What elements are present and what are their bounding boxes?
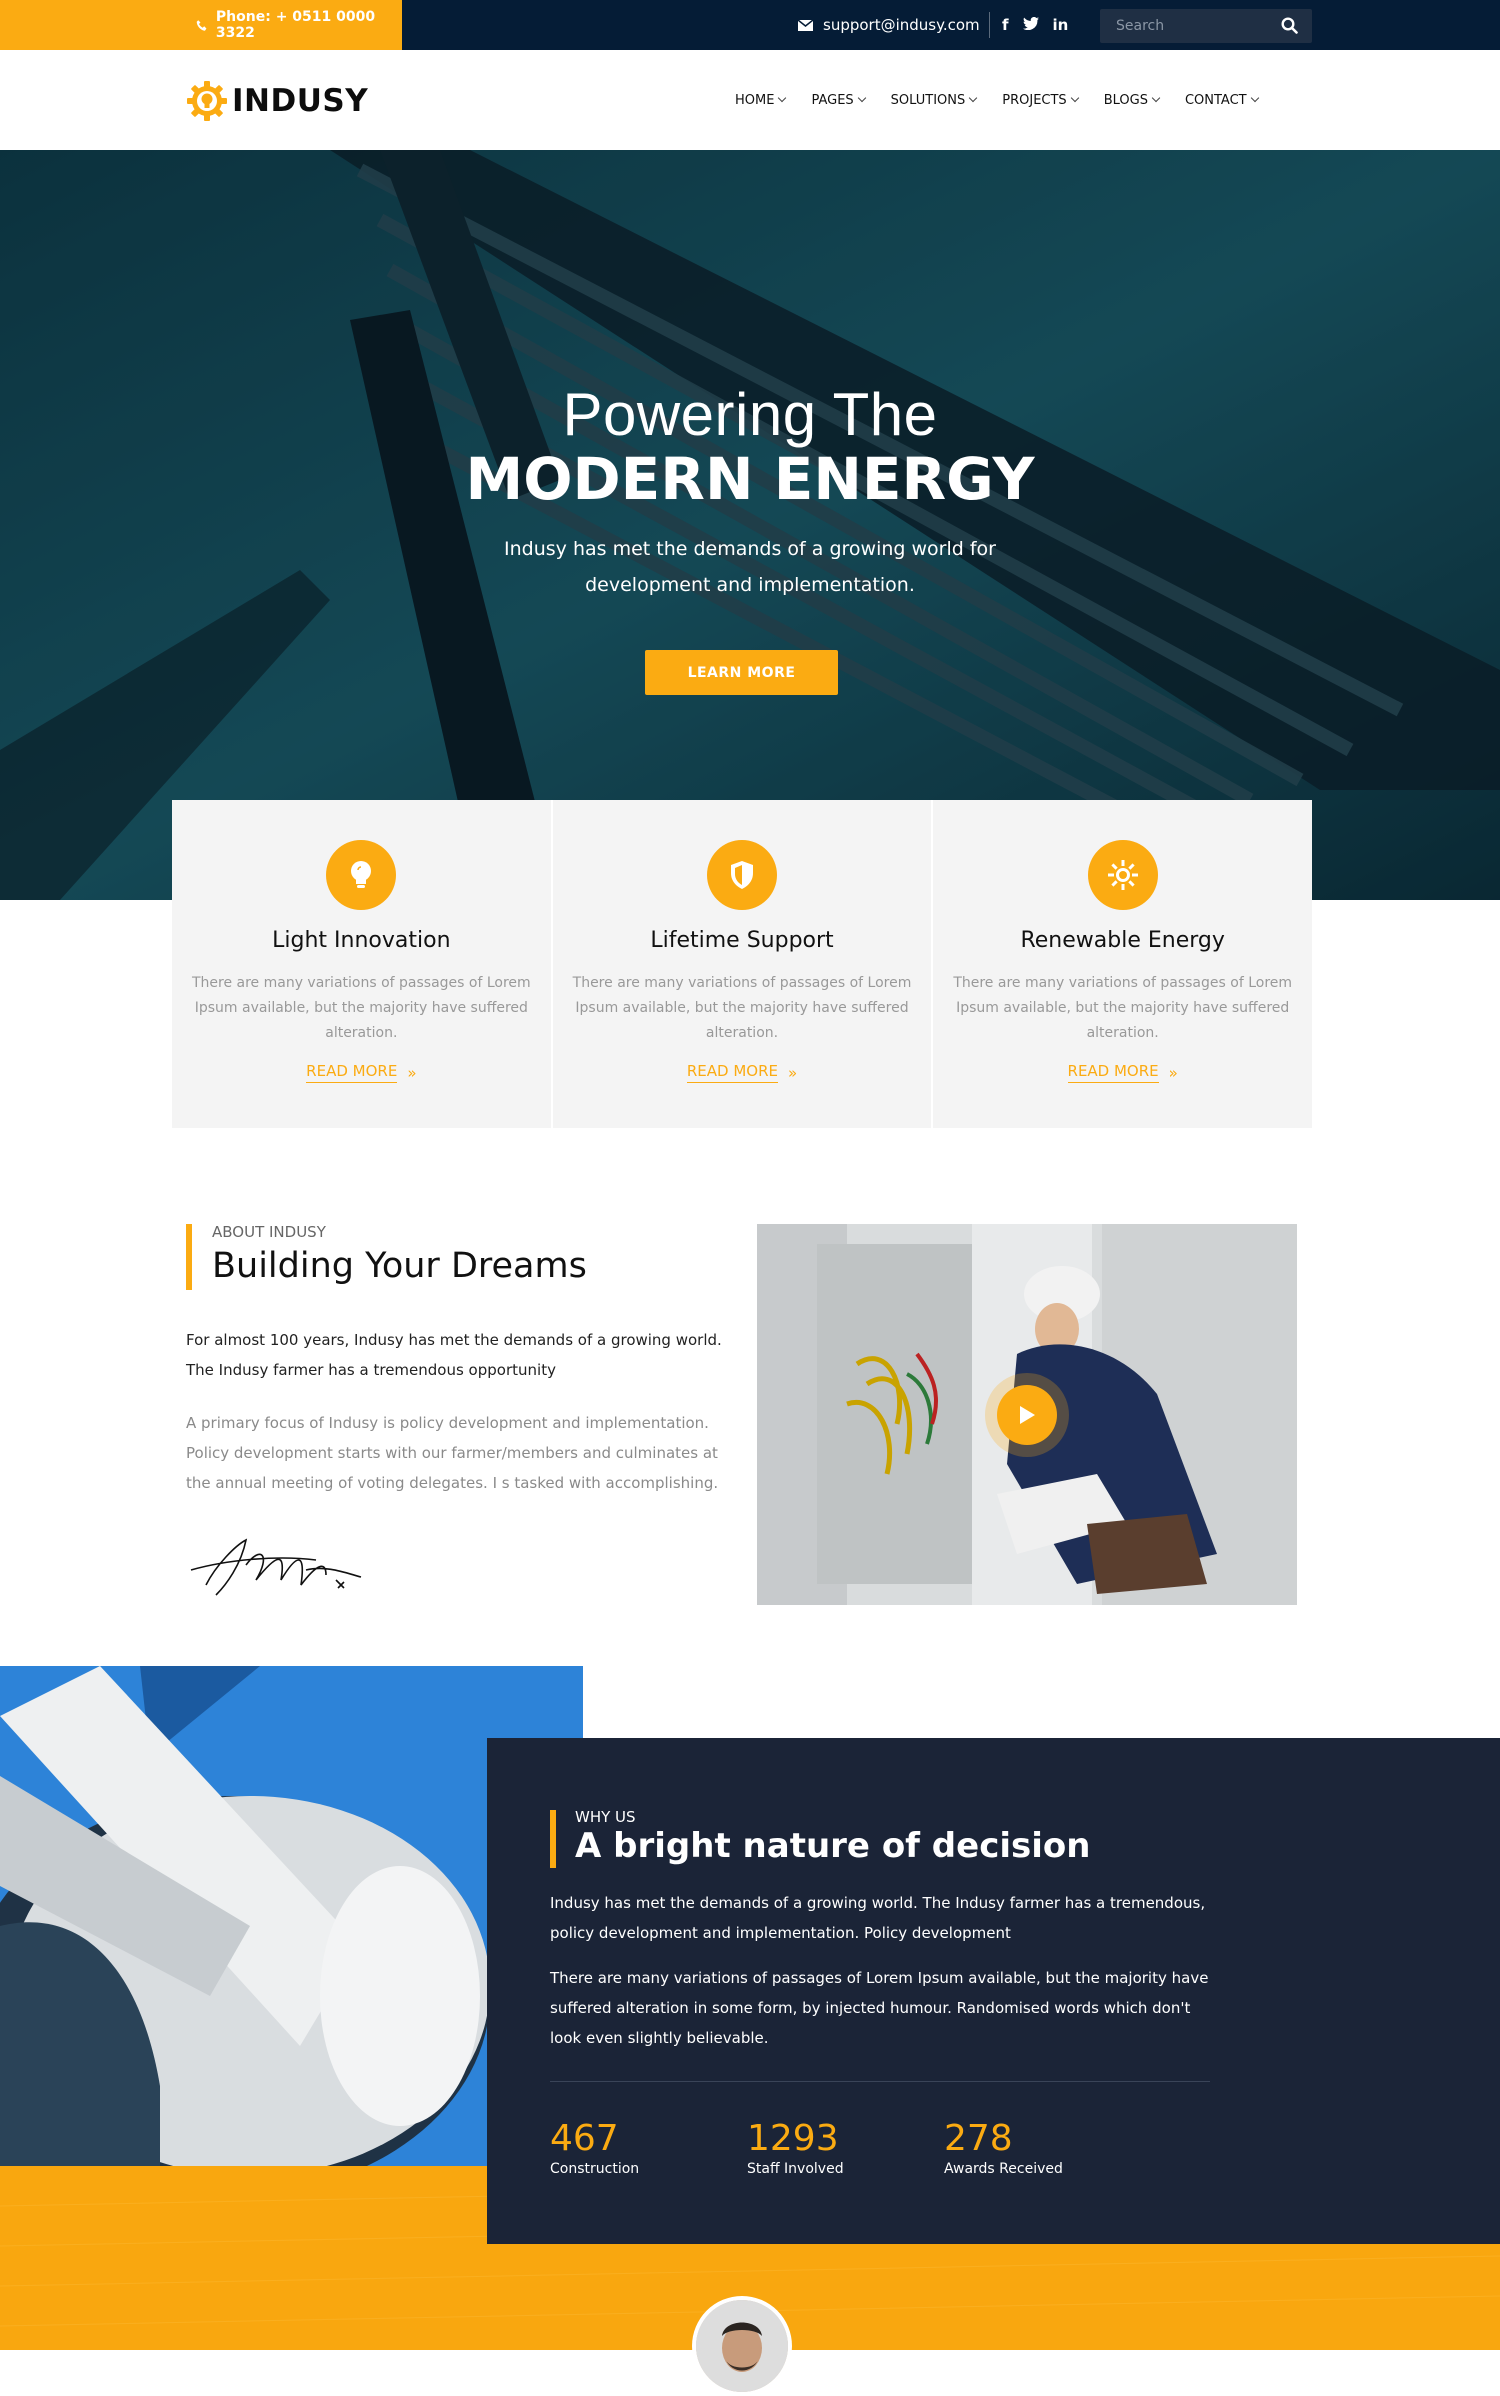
topbar-divider	[989, 12, 990, 38]
why-us-panel: WHY US A bright nature of decision Indus…	[487, 1738, 1500, 2244]
feature-card: Renewable Energy There are many variatio…	[933, 800, 1313, 1128]
learn-more-button[interactable]: LEARN MORE	[645, 650, 838, 695]
why-paragraph-1: Indusy has met the demands of a growing …	[550, 1894, 1206, 1942]
chevron-down-icon	[1250, 93, 1259, 103]
double-chevron-right-icon: »	[787, 1063, 798, 1082]
feature-title: Lifetime Support	[650, 928, 834, 953]
feature-cards: Light Innovation There are many variatio…	[172, 800, 1313, 1128]
top-bar: Phone: + 0511 0000 3322 support@indusy.c…	[0, 0, 1500, 50]
read-more-label: READ MORE	[1067, 1062, 1159, 1083]
hero-banner: Powering The MODERN ENERGY Indusy has me…	[0, 150, 1500, 900]
why-paragraph-2: There are many variations of passages of…	[550, 1969, 1209, 2047]
social-links: f in	[1002, 0, 1068, 50]
about-paragraph-2: A primary focus of Indusy is policy deve…	[186, 1414, 719, 1492]
stat-item: 467 Construction	[550, 2118, 747, 2177]
hero-text: Powering The MODERN ENERGY Indusy has me…	[0, 380, 1500, 603]
nav-label: PAGES	[811, 92, 854, 108]
hero-subtitle: Indusy has met the demands of a growing …	[504, 538, 996, 596]
phone-info[interactable]: Phone: + 0511 0000 3322	[0, 0, 402, 50]
logo[interactable]: INDUSY	[186, 80, 368, 122]
stat-label: Staff Involved	[747, 2161, 844, 2177]
feature-card: Lifetime Support There are many variatio…	[552, 800, 932, 1128]
stat-number: 1293	[747, 2118, 839, 2159]
envelope-icon	[798, 19, 813, 31]
double-chevron-right-icon: »	[407, 1063, 417, 1082]
nav-projects[interactable]: PROJECTS	[1002, 92, 1079, 108]
main-header: INDUSY HOME PAGES SOLUTIONS PROJECTS BLO…	[0, 50, 1500, 150]
feature-text: There are many variations of passages of…	[191, 975, 531, 1041]
nav-label: HOME	[735, 92, 775, 108]
feature-title: Renewable Energy	[1020, 928, 1225, 953]
search-input[interactable]	[1100, 18, 1270, 34]
stat-item: 1293 Staff Involved	[747, 2118, 944, 2177]
stat-label: Awards Received	[944, 2161, 1063, 2177]
read-more-link[interactable]: READ MORE »	[1067, 1062, 1178, 1083]
hero-title-line1: Powering The	[562, 381, 938, 448]
play-icon	[1020, 1406, 1035, 1424]
linkedin-icon[interactable]: in	[1053, 16, 1069, 34]
stat-number: 278	[944, 2118, 1013, 2159]
chevron-down-icon	[778, 93, 787, 103]
chevron-down-icon	[969, 93, 978, 103]
feature-card: Light Innovation There are many variatio…	[172, 800, 551, 1128]
nav-label: CONTACT	[1184, 92, 1247, 108]
about-accent-bar	[186, 1224, 192, 1290]
email-link[interactable]: support@indusy.com	[798, 0, 980, 50]
twitter-icon[interactable]	[1022, 16, 1039, 34]
why-kicker: WHY US	[575, 1808, 636, 1826]
about-paragraph-1: For almost 100 years, Indusy has met the…	[186, 1331, 722, 1379]
feature-title: Light Innovation	[272, 928, 451, 953]
nav-solutions[interactable]: SOLUTIONS	[890, 92, 978, 108]
about-title: Building Your Dreams	[212, 1246, 587, 1286]
logo-text: INDUSY	[232, 83, 369, 119]
read-more-label: READ MORE	[686, 1062, 778, 1083]
nav-label: BLOGS	[1103, 92, 1148, 108]
hero-title-line2: MODERN ENERGY	[465, 445, 1035, 513]
nav-blogs[interactable]: BLOGS	[1103, 92, 1161, 108]
stats-row: 467 Construction 1293 Staff Involved 278…	[550, 2118, 1141, 2177]
read-more-link[interactable]: READ MORE »	[306, 1062, 417, 1083]
nav-label: PROJECTS	[1002, 92, 1067, 108]
about-kicker: ABOUT INDUSY	[212, 1223, 326, 1241]
nav-home[interactable]: HOME	[735, 92, 787, 108]
lightbulb-icon	[326, 840, 397, 910]
main-nav: HOME PAGES SOLUTIONS PROJECTS BLOGS CONT…	[735, 50, 1259, 150]
stat-number: 467	[550, 2118, 619, 2159]
signature-image	[190, 1538, 362, 1596]
stat-label: Construction	[550, 2161, 640, 2177]
read-more-link[interactable]: READ MORE »	[686, 1062, 798, 1083]
search-icon[interactable]	[1281, 17, 1298, 34]
sun-icon	[1087, 840, 1158, 910]
shield-icon	[707, 840, 777, 910]
stat-item: 278 Awards Received	[944, 2118, 1141, 2177]
email-text: support@indusy.com	[823, 16, 980, 34]
why-title: A bright nature of decision	[575, 1826, 1091, 1866]
nav-pages[interactable]: PAGES	[811, 92, 866, 108]
read-more-label: READ MORE	[306, 1062, 398, 1083]
search-box	[1100, 9, 1312, 43]
double-chevron-right-icon: »	[1168, 1063, 1178, 1082]
why-accent-bar	[550, 1810, 556, 1868]
feature-text: There are many variations of passages of…	[953, 975, 1293, 1041]
phone-text: Phone: + 0511 0000 3322	[215, 9, 376, 41]
feature-text: There are many variations of passages of…	[572, 975, 912, 1041]
chevron-down-icon	[1070, 93, 1079, 103]
chevron-down-icon	[857, 93, 866, 103]
why-divider	[550, 2081, 1210, 2082]
gear-bulb-icon	[187, 81, 227, 121]
phone-icon	[196, 19, 207, 31]
facebook-icon[interactable]: f	[1002, 16, 1009, 34]
nav-label: SOLUTIONS	[890, 92, 966, 108]
nav-contact[interactable]: CONTACT	[1184, 92, 1259, 108]
play-video-button[interactable]	[997, 1385, 1057, 1445]
avatar	[692, 2296, 792, 2396]
chevron-down-icon	[1151, 93, 1161, 103]
